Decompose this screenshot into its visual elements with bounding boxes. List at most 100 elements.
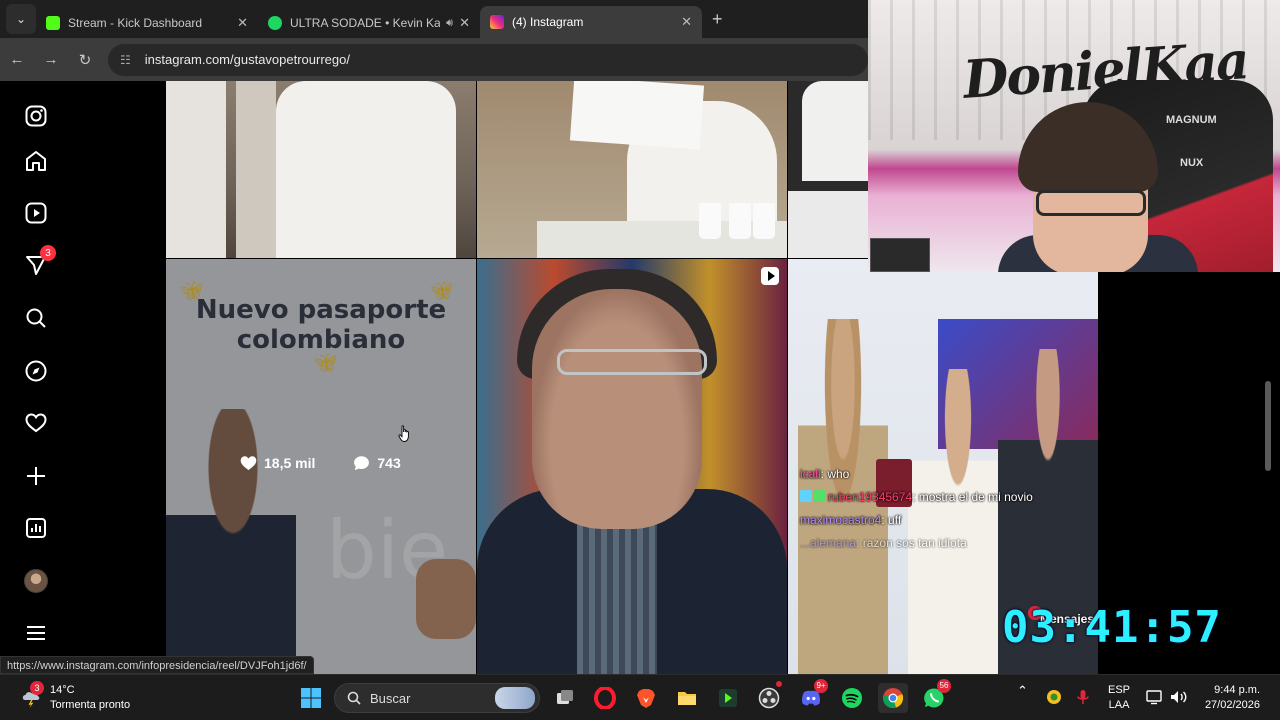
post-image-part xyxy=(699,203,721,239)
post-image-part xyxy=(753,203,775,239)
chevron-down-icon: ⌄ xyxy=(15,12,27,26)
instagram-logo-icon[interactable] xyxy=(22,102,50,130)
browser-tab-bar: ⌄ Stream - Kick Dashboard ✕ ULTRA SODADE… xyxy=(0,0,868,38)
brave-app[interactable] xyxy=(631,683,661,713)
url-input[interactable]: ☷ instagram.com/gustavopetrourrego/ xyxy=(108,43,868,76)
language-indicator[interactable]: ESP LAA xyxy=(1108,683,1130,713)
tab-instagram[interactable]: (4) Instagram ✕ xyxy=(480,6,702,38)
tab-kick-dashboard[interactable]: Stream - Kick Dashboard ✕ xyxy=(36,8,258,38)
post-image-part xyxy=(166,81,226,258)
language-line1: ESP xyxy=(1108,684,1131,696)
chat-username: maximocastro4 xyxy=(800,513,882,527)
search-icon[interactable] xyxy=(22,304,50,332)
instagram-nav-rail: 3 xyxy=(0,81,72,674)
chat-message: maximocastro4: uff xyxy=(800,513,902,527)
webcam-overlay: DonielKaa MAGNUM NUX xyxy=(868,0,1280,272)
scrollbar-thumb[interactable] xyxy=(1265,381,1271,471)
new-tab-icon[interactable]: + xyxy=(712,9,723,30)
dashboard-icon[interactable] xyxy=(22,514,50,542)
kick-icon xyxy=(719,689,737,707)
spotify-app[interactable] xyxy=(837,683,867,713)
taskbar-clock[interactable]: 9:44 p.m. 27/02/2026 xyxy=(1205,683,1260,713)
notifications-icon[interactable] xyxy=(22,409,50,437)
start-button[interactable] xyxy=(296,683,326,713)
close-tab-icon[interactable]: ✕ xyxy=(681,14,692,30)
streamer-glasses xyxy=(1036,190,1146,216)
post-thumbnail[interactable] xyxy=(166,81,476,258)
mouse-cursor-icon xyxy=(398,425,409,442)
search-icon xyxy=(347,691,361,705)
chair-brand-text: MAGNUM xyxy=(1166,114,1217,126)
post-image-part xyxy=(236,81,276,258)
post-thumbnail[interactable] xyxy=(477,81,787,258)
home-icon[interactable] xyxy=(22,147,50,175)
create-icon[interactable] xyxy=(22,462,50,490)
close-tab-icon[interactable]: ✕ xyxy=(237,15,248,31)
site-info-icon[interactable]: ☷ xyxy=(120,53,131,67)
microphone-icon[interactable] xyxy=(1076,689,1090,710)
weather-badge: 3 xyxy=(30,681,44,695)
profile-icon[interactable] xyxy=(22,567,50,595)
discord-app[interactable]: 9+ xyxy=(796,679,828,713)
back-icon[interactable]: ← xyxy=(0,51,34,68)
volume-icon[interactable] xyxy=(1170,689,1188,710)
file-explorer-app[interactable] xyxy=(672,683,702,713)
comment-icon xyxy=(354,456,370,471)
kick-app[interactable] xyxy=(713,683,743,713)
tray-app-icon[interactable] xyxy=(1046,689,1062,710)
search-placeholder: Buscar xyxy=(370,690,411,706)
obs-app[interactable] xyxy=(754,681,784,713)
reels-icon[interactable] xyxy=(22,199,50,227)
heart-icon xyxy=(240,456,257,471)
tab-title: Stream - Kick Dashboard xyxy=(68,16,203,30)
post-thumbnail[interactable] xyxy=(788,81,868,258)
spotify-favicon-icon xyxy=(268,16,282,30)
messages-badge: 3 xyxy=(40,245,56,261)
network-icon[interactable] xyxy=(1146,689,1164,710)
post-image-part xyxy=(532,289,702,529)
chat-message: ruben19345674: mostra el de mi novio xyxy=(800,486,1070,509)
chat-badge-icon xyxy=(814,490,826,502)
post-image-part xyxy=(788,191,868,258)
weather-widget[interactable]: 3 14°C Tormenta pronto xyxy=(20,681,131,713)
tab-search-button[interactable]: ⌄ xyxy=(6,4,36,34)
chat-username: ruben19345674 xyxy=(828,490,913,504)
chrome-app[interactable] xyxy=(878,683,908,713)
likes-count: 18,5 mil xyxy=(264,455,316,471)
clock-time: 9:44 p.m. xyxy=(1214,684,1260,696)
obs-icon xyxy=(758,687,780,709)
avatar xyxy=(24,569,48,593)
post-thumbnail[interactable] xyxy=(477,259,787,674)
messages-icon[interactable]: 3 xyxy=(22,245,56,279)
weather-desc: Tormenta pronto xyxy=(50,699,131,711)
url-text: instagram.com/gustavopetrourrego/ xyxy=(144,52,350,67)
reload-icon[interactable]: ↻ xyxy=(68,51,102,69)
taskbar-search-input[interactable]: Buscar xyxy=(334,683,540,713)
comments-count: 743 xyxy=(377,455,401,471)
instagram-favicon-icon xyxy=(490,15,504,29)
obs-status-dot xyxy=(776,681,782,687)
whatsapp-badge: 56 xyxy=(937,679,951,693)
stream-timer: 03:41:57 xyxy=(1002,602,1222,653)
reel-icon xyxy=(761,267,779,285)
explore-icon[interactable] xyxy=(22,357,50,385)
screen: ⌄ Stream - Kick Dashboard ✕ ULTRA SODADE… xyxy=(0,0,1280,720)
task-view-button[interactable] xyxy=(550,683,580,713)
storm-icon: 3 xyxy=(20,681,44,709)
post-thumbnail-hovered[interactable]: 🦋︎ 🦋︎ 🦋︎ Nuevo pasaporte colombiano bie … xyxy=(166,259,476,674)
windows-logo-icon xyxy=(301,688,321,708)
chevron-up-icon[interactable]: ⌃ xyxy=(1017,683,1028,698)
opera-app[interactable] xyxy=(590,683,620,713)
close-tab-icon[interactable]: ✕ xyxy=(459,15,470,31)
more-icon[interactable] xyxy=(22,619,50,647)
post-image-part xyxy=(802,81,868,181)
tab-spotify[interactable]: ULTRA SODADE • Kevin Ka 🔊︎ ✕ xyxy=(258,8,480,38)
folder-icon xyxy=(678,692,696,705)
address-bar-row: ← → ↻ ☷ instagram.com/gustavopetrourrego… xyxy=(0,38,868,81)
spotify-icon xyxy=(842,688,862,708)
chat-badge-icon xyxy=(800,490,812,502)
speaker-icon[interactable]: 🔊︎ xyxy=(446,17,453,30)
forward-icon[interactable]: → xyxy=(34,51,68,68)
chat-username: icali xyxy=(800,467,821,481)
whatsapp-app[interactable]: 56 xyxy=(919,679,951,713)
